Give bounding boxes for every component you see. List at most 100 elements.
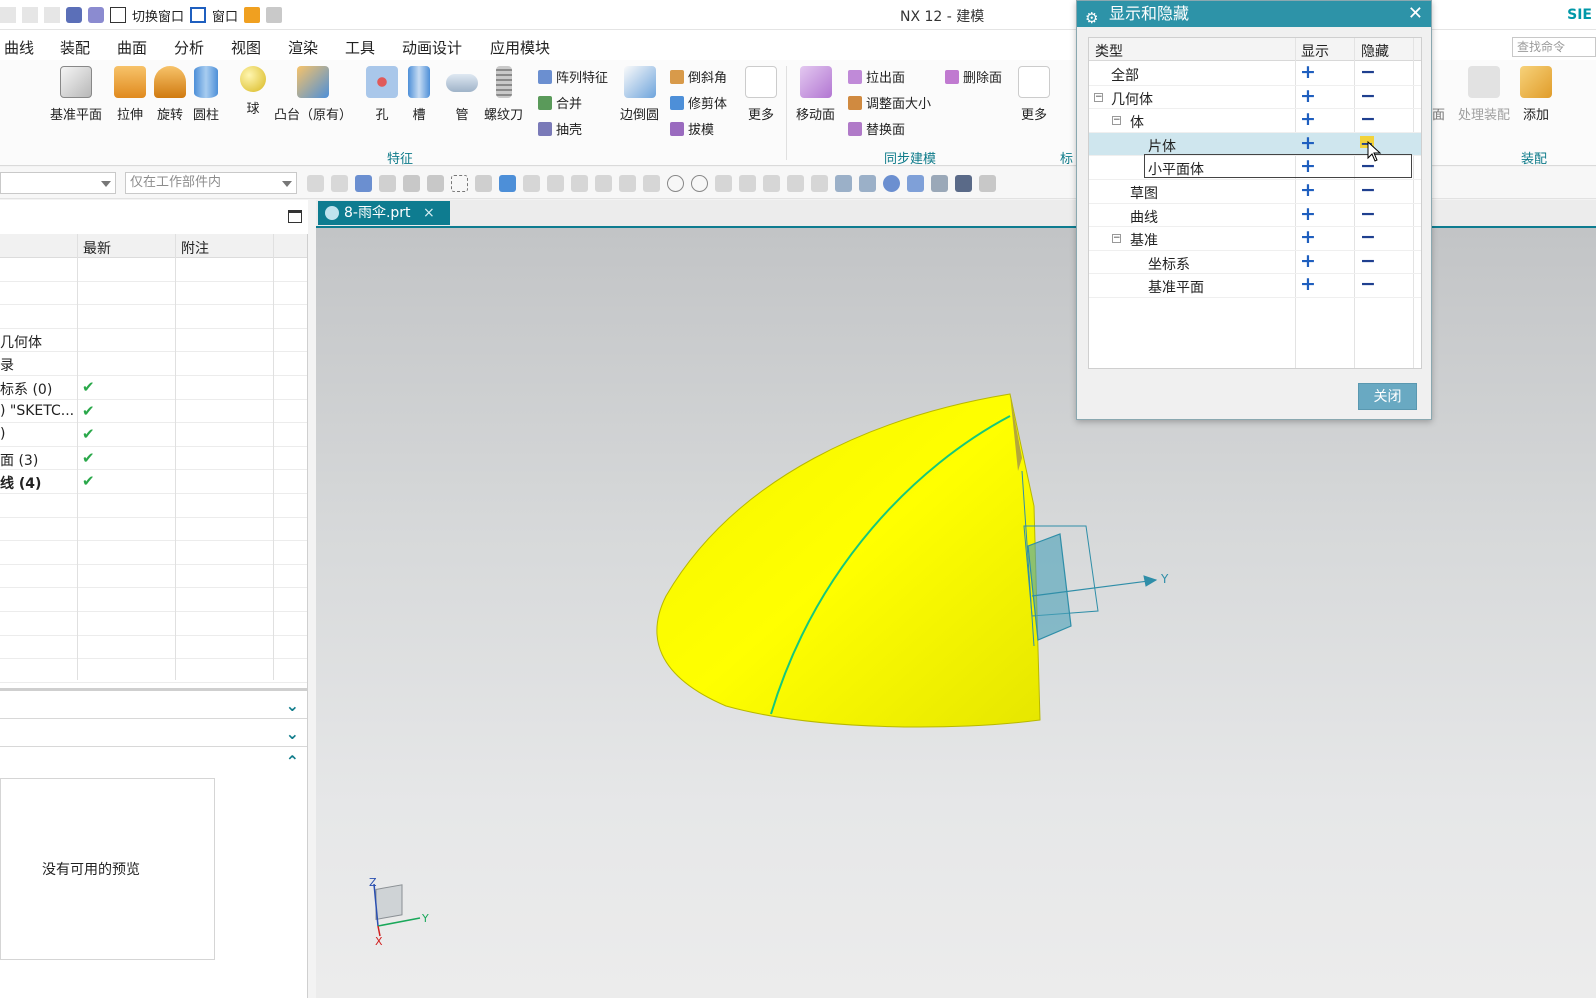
show-geometry-button[interactable]: + — [1300, 85, 1316, 107]
redo-icon[interactable] — [0, 7, 16, 23]
hide-datum-button[interactable]: − — [1360, 226, 1376, 248]
more-sync-button[interactable]: 更多 — [1018, 66, 1050, 123]
select-region-icon[interactable] — [355, 174, 372, 192]
hole-button[interactable]: 孔 — [366, 66, 398, 123]
show-all-button[interactable]: + — [1300, 61, 1316, 83]
chamfer-button[interactable]: 倒斜角 — [670, 67, 727, 86]
hide-csys-button[interactable]: − — [1360, 250, 1376, 272]
filter-icon[interactable] — [307, 174, 324, 192]
groove-button[interactable]: 槽 — [408, 66, 430, 123]
show-sketch-button[interactable]: + — [1300, 179, 1316, 201]
row-curve[interactable]: 曲线 + − — [1089, 203, 1421, 228]
edge-blend-button[interactable]: 边倒圆 — [620, 66, 659, 123]
maximize-icon[interactable] — [288, 210, 302, 223]
hide-all-button[interactable]: − — [1360, 61, 1376, 83]
dialog-title-bar[interactable]: ⚙ 显示和隐藏 ✕ — [1077, 1, 1431, 27]
window-icon[interactable] — [190, 7, 207, 23]
datum-plane-button[interactable]: 基准平面 — [50, 66, 102, 123]
collapse-icon[interactable]: − — [1112, 234, 1121, 244]
row-all[interactable]: 全部 + − — [1089, 61, 1421, 86]
umbrella-sheet-body[interactable] — [656, 393, 1041, 728]
body-icon[interactable] — [403, 174, 420, 192]
draft-button[interactable]: 拔模 — [670, 119, 714, 138]
table-row[interactable] — [0, 282, 307, 306]
fit-view-icon[interactable] — [835, 174, 852, 192]
point-icon[interactable] — [379, 174, 396, 192]
menu-surface[interactable]: 曲面 — [117, 37, 147, 58]
table-row[interactable] — [0, 541, 307, 565]
show-datum-plane-button[interactable]: + — [1300, 273, 1316, 295]
render-style-icon[interactable] — [931, 174, 948, 192]
dependencies-section[interactable]: ⌄ — [0, 688, 307, 715]
replace-face-button[interactable]: 替换面 — [848, 119, 905, 138]
hide-curve-button[interactable]: − — [1360, 203, 1376, 225]
datum-csys[interactable]: Y — [1021, 470, 1169, 647]
rectangle-select-icon[interactable] — [451, 174, 468, 192]
revolve-button[interactable]: 旋转 — [154, 66, 186, 123]
hide-body-button[interactable]: − — [1360, 108, 1376, 130]
boss-button[interactable]: 凸台（原有） — [274, 66, 352, 123]
copy-icon[interactable] — [22, 7, 38, 23]
slash-icon[interactable] — [739, 174, 756, 192]
table-row[interactable]: ) ✔ — [0, 423, 307, 447]
trim-body-button[interactable]: 修剪体 — [670, 93, 727, 112]
table-row[interactable]: 几何体 — [0, 329, 307, 353]
close-button[interactable]: 关闭 — [1358, 383, 1417, 410]
menu-assembly[interactable]: 装配 — [60, 37, 90, 58]
touch-mode-icon[interactable] — [66, 7, 82, 23]
more-features-button[interactable]: 更多 — [745, 66, 777, 123]
menu-tools[interactable]: 工具 — [345, 37, 375, 58]
face-icon[interactable] — [427, 174, 444, 192]
show-sheet-body-button[interactable]: + — [1300, 132, 1316, 154]
pan-icon[interactable] — [907, 174, 924, 192]
menu-render[interactable]: 渲染 — [288, 37, 318, 58]
table-row[interactable]: ) "SKETC... ✔ — [0, 400, 307, 424]
row-geometry[interactable]: − 几何体 + − — [1089, 85, 1421, 110]
collapse-icon[interactable]: − — [1112, 116, 1121, 126]
show-curve-button[interactable]: + — [1300, 203, 1316, 225]
layout-icon[interactable] — [266, 7, 283, 23]
table-row[interactable]: 标系 (0) ✔ — [0, 376, 307, 400]
window-menu-button[interactable]: 窗口 — [212, 6, 238, 25]
zoom-icon[interactable] — [859, 174, 876, 192]
unite-button[interactable]: 合并 — [538, 93, 582, 112]
details-section[interactable]: ⌄ — [0, 718, 307, 744]
repeat-command-icon[interactable] — [88, 7, 104, 23]
column-notes[interactable]: 附注 — [181, 238, 209, 258]
show-csys-button[interactable]: + — [1300, 250, 1316, 272]
line-icon[interactable] — [547, 174, 564, 192]
menu-analysis[interactable]: 分析 — [174, 37, 204, 58]
process-assembly-button[interactable]: 处理装配 — [1458, 66, 1510, 123]
collapse-icon[interactable]: − — [1094, 92, 1103, 102]
table-row[interactable] — [0, 612, 307, 636]
cube-icon[interactable] — [475, 174, 492, 192]
layer-icon[interactable] — [787, 174, 804, 192]
table-row[interactable] — [0, 659, 307, 683]
hide-datum-plane-button[interactable]: − — [1360, 273, 1376, 295]
arc-icon[interactable] — [619, 174, 636, 192]
row-datum-plane[interactable]: 基准平面 + − — [1089, 273, 1421, 298]
tube-button[interactable]: 管 — [446, 66, 478, 123]
show-body-button[interactable]: + — [1300, 108, 1316, 130]
document-tab[interactable]: 8-雨伞.prt × — [318, 201, 450, 225]
spline-icon[interactable] — [595, 174, 612, 192]
menu-curve[interactable]: 曲线 — [4, 37, 34, 58]
column-latest[interactable]: 最新 — [83, 238, 111, 258]
command-search-input[interactable]: 查找命令 — [1512, 37, 1596, 57]
close-tab-icon[interactable]: × — [423, 205, 435, 221]
table-row[interactable]: 面 (3) ✔ — [0, 447, 307, 471]
face-point-icon[interactable] — [763, 174, 780, 192]
hide-geometry-button[interactable]: − — [1360, 85, 1376, 107]
gear-icon[interactable]: ⚙ — [1085, 5, 1098, 31]
row-body[interactable]: − 体 + − — [1089, 108, 1421, 133]
display-mode-icon[interactable] — [955, 174, 972, 192]
menu-animation[interactable]: 动画设计 — [402, 37, 462, 58]
select-all-icon[interactable] — [331, 174, 348, 192]
move-face-button[interactable]: 移动面 — [796, 66, 835, 123]
add-component-button[interactable]: 添加 — [1520, 66, 1552, 123]
switch-window-icon[interactable] — [110, 7, 126, 23]
plus-point-icon[interactable] — [715, 174, 732, 192]
hide-sketch-button[interactable]: − — [1360, 179, 1376, 201]
sphere-button[interactable]: 球 — [240, 66, 266, 117]
center-icon[interactable] — [667, 174, 684, 192]
